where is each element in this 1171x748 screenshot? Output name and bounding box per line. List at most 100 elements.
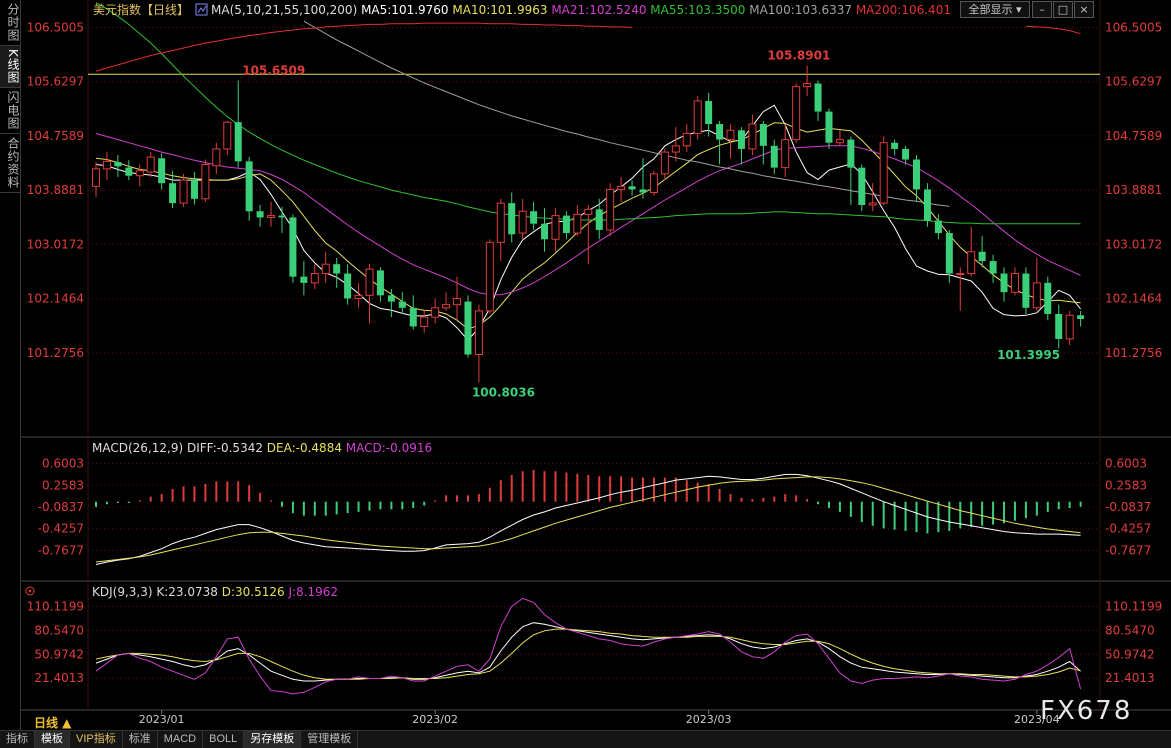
- legend-item: MA200:106.401: [852, 3, 951, 17]
- candle-body-down: [256, 211, 264, 218]
- y-tick-label-right: 50.9742: [1105, 647, 1155, 661]
- candle-body-down: [541, 223, 549, 240]
- bottom-tab-standard[interactable]: 标准: [123, 731, 158, 748]
- legend-item: MA100:103.6337: [745, 3, 852, 17]
- candle-body-down: [300, 276, 308, 283]
- y-tick-label-right: 21.4013: [1105, 671, 1155, 685]
- candle-body-up: [660, 151, 669, 175]
- ma-legend: MA(5,10,21,55,100,200) MA5:101.9760 MA10…: [211, 3, 951, 17]
- candle-body-down: [934, 220, 942, 234]
- bottom-tab-save-template[interactable]: 另存模板: [244, 731, 302, 748]
- kdj-grid: [88, 605, 1100, 679]
- legend-item: MACD:-0.0916: [342, 441, 432, 455]
- candle-body-down: [158, 158, 166, 184]
- candle-body-down: [716, 124, 724, 140]
- y-tick-label-left: 106.5005: [27, 20, 84, 34]
- candle-body-down: [1022, 273, 1030, 308]
- legend-item: DEA:-0.4884: [263, 441, 342, 455]
- y-tick-label-left: 80.5470: [34, 623, 84, 637]
- watermark-logo: FX678: [1040, 696, 1133, 726]
- y-tick-label-right: 110.1199: [1105, 599, 1162, 613]
- candle-body-down: [398, 301, 406, 308]
- candle-body-down: [387, 295, 395, 302]
- x-tick-label: 2023/02: [412, 713, 458, 726]
- candle-body-down: [770, 145, 778, 168]
- legend-item: MACD(26,12,9): [92, 441, 183, 455]
- range-select-label: 全部显示: [968, 3, 1013, 16]
- candle-body-down: [825, 111, 833, 143]
- legend-item: K:23.0738: [153, 585, 218, 599]
- candle-body-up: [496, 202, 505, 243]
- candle-body-up: [1010, 273, 1019, 293]
- candle-body-up: [1032, 282, 1041, 309]
- candle-body-down: [737, 130, 745, 149]
- bottom-tab-indicators[interactable]: 指标: [0, 731, 35, 748]
- bottom-tab-vip-indicators[interactable]: VIP指标: [70, 731, 123, 748]
- period-selector[interactable]: 日线 ▲: [34, 714, 71, 731]
- legend-item: MA(5,10,21,55,100,200): [211, 3, 357, 17]
- y-tick-label-left: 110.1199: [27, 599, 84, 613]
- y-tick-label-right: 106.5005: [1105, 20, 1162, 34]
- y-tick-label-left: 101.2756: [27, 346, 84, 360]
- macd-histogram: [95, 469, 1082, 534]
- candle-body-down: [628, 186, 636, 190]
- bottom-tab-template[interactable]: 模板: [35, 731, 70, 748]
- candle-body-up: [92, 168, 100, 187]
- candle-body-up: [267, 215, 276, 218]
- close-button[interactable]: ×: [1074, 1, 1094, 18]
- y-tick-label-right: 102.1464: [1105, 292, 1162, 306]
- candle-body-down: [945, 233, 953, 274]
- candle-body-down: [530, 211, 538, 224]
- candle-body-up: [518, 210, 527, 234]
- bottom-tab-boll[interactable]: BOLL: [203, 731, 245, 748]
- candle-body-up: [201, 164, 210, 200]
- candle-body-up: [879, 142, 888, 204]
- kdj-legend: KDJ(9,3,3) K:23.0738 D:30.5126 J:8.1962: [92, 585, 338, 599]
- kdj-lines: [95, 597, 1082, 695]
- y-tick-label-left: 103.0172: [27, 237, 84, 251]
- candle-body-up: [868, 202, 877, 206]
- candle-body-up: [1065, 314, 1074, 340]
- kdj-settings-icon-dot: [28, 589, 32, 593]
- maximize-button[interactable]: □: [1053, 1, 1073, 18]
- candle-body-down: [114, 162, 122, 167]
- minimize-button[interactable]: –: [1032, 1, 1052, 18]
- candle-body-down: [705, 100, 713, 125]
- price-extreme-label: 101.3995: [997, 348, 1060, 362]
- y-tick-label-left: 103.8881: [27, 183, 84, 197]
- candle-body-down: [125, 167, 133, 176]
- candle-body-up: [310, 273, 319, 284]
- bottom-tab-macd[interactable]: MACD: [158, 731, 204, 748]
- y-tick-label-left: 0.6003: [42, 457, 84, 471]
- candle-body-down: [169, 183, 177, 204]
- candle-body-up: [792, 86, 801, 141]
- date-x-axis: 2023/01 2023/02 2023/03 2023/04: [139, 710, 1060, 726]
- candle-body-up: [474, 310, 483, 356]
- bottom-toolbar: 指标 模板 VIP指标 标准 MACD BOLL 另存模板 管理模板: [0, 730, 1171, 748]
- candlesticks[interactable]: [92, 65, 1085, 383]
- ma100-line: [303, 20, 950, 207]
- candle-body-down: [814, 83, 822, 112]
- candle-body-up: [212, 148, 221, 167]
- y-tick-label-left: -0.4257: [38, 522, 84, 536]
- range-select[interactable]: 全部显示 ▾: [960, 1, 1030, 18]
- candle-body-down: [759, 124, 767, 146]
- candle-body-down: [344, 273, 352, 299]
- legend-item: DIFF:-0.5342: [183, 441, 263, 455]
- candle-body-up: [179, 179, 188, 204]
- y-tick-label-left: 105.6297: [27, 75, 84, 89]
- legend-item: MA55:103.3500: [646, 3, 745, 17]
- chart-canvas[interactable]: 105.6509 105.8901 100.8036 101.3995 106.500…: [0, 0, 1171, 730]
- legend-item: MA5:101.9760: [357, 3, 448, 17]
- candle-body-up: [442, 304, 451, 309]
- y-tick-label-right: 103.0172: [1105, 237, 1162, 251]
- candle-body-up: [365, 268, 374, 296]
- candle-body-up: [584, 208, 593, 215]
- candle-body-down: [902, 148, 910, 160]
- y-tick-label-right: 101.2756: [1105, 346, 1162, 360]
- y-tick-label-right: 0.6003: [1105, 457, 1147, 471]
- candle-body-up: [573, 213, 582, 234]
- candle-body-down: [978, 251, 986, 262]
- bottom-tab-manage-template[interactable]: 管理模板: [301, 731, 359, 748]
- y-tick-label-right: 105.6297: [1105, 75, 1162, 89]
